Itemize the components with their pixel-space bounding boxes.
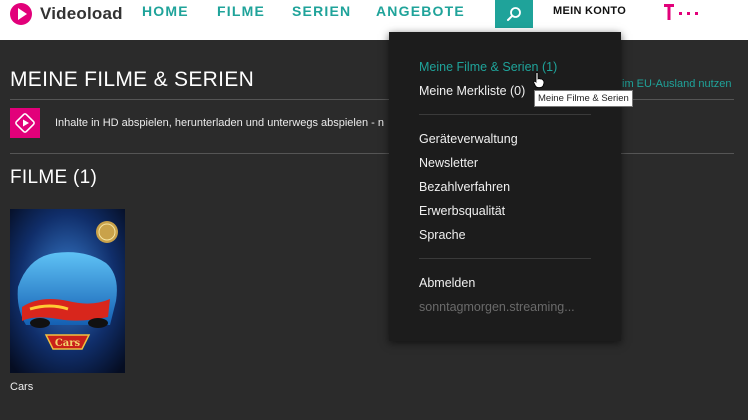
menu-item-geraeteverwaltung[interactable]: Geräteverwaltung	[419, 132, 518, 146]
menu-separator	[419, 258, 591, 259]
nav-filme[interactable]: FILME	[217, 0, 265, 22]
menu-separator	[419, 114, 591, 115]
search-icon	[507, 7, 521, 21]
menu-item-bezahlverfahren[interactable]: Bezahlverfahren	[419, 180, 510, 194]
menu-item-merkliste[interactable]: Meine Merkliste (0)	[419, 84, 525, 98]
nav-home[interactable]: HOME	[142, 0, 189, 22]
hand-cursor-icon	[533, 72, 545, 88]
logged-in-user-name: sonntagmorgen.streaming...	[419, 300, 575, 314]
telekom-logo-icon[interactable]	[664, 4, 704, 22]
hover-tooltip: Meine Filme & Serien	[534, 90, 633, 107]
videoload-logo[interactable]: Videoload	[10, 0, 123, 28]
svg-text:Cars: Cars	[55, 338, 81, 349]
menu-item-newsletter[interactable]: Newsletter	[419, 156, 478, 170]
nav-angebote[interactable]: ANGEBOTE	[376, 0, 465, 22]
menu-item-sprache[interactable]: Sprache	[419, 228, 466, 242]
section-title-filme: FILME (1)	[10, 167, 98, 188]
account-menu-button[interactable]: MEIN KONTO	[553, 0, 626, 22]
logo-text: Videoload	[40, 4, 123, 23]
hd-feature-icon	[10, 108, 40, 138]
account-dropdown-menu: Meine Filme & Serien (1) Meine Merkliste…	[389, 32, 621, 341]
menu-item-erwerbsqualitaet[interactable]: Erwerbsqualität	[419, 204, 505, 218]
hd-info-text: Inhalte in HD abspielen, herunterladen u…	[55, 117, 384, 129]
nav-serien[interactable]: SERIEN	[292, 0, 351, 22]
movie-poster-cars[interactable]: Cars	[10, 209, 125, 373]
menu-item-abmelden[interactable]: Abmelden	[419, 276, 475, 290]
top-header: Videoload HOME FILME SERIEN ANGEBOTE MEI…	[0, 0, 748, 40]
divider	[10, 153, 734, 154]
page-title: MEINE FILME & SERIEN	[10, 68, 255, 91]
eu-usage-link[interactable]: im EU-Ausland nutzen	[622, 78, 731, 90]
play-logo-icon	[10, 3, 32, 25]
movie-title[interactable]: Cars	[10, 381, 33, 393]
search-button[interactable]	[495, 0, 533, 28]
